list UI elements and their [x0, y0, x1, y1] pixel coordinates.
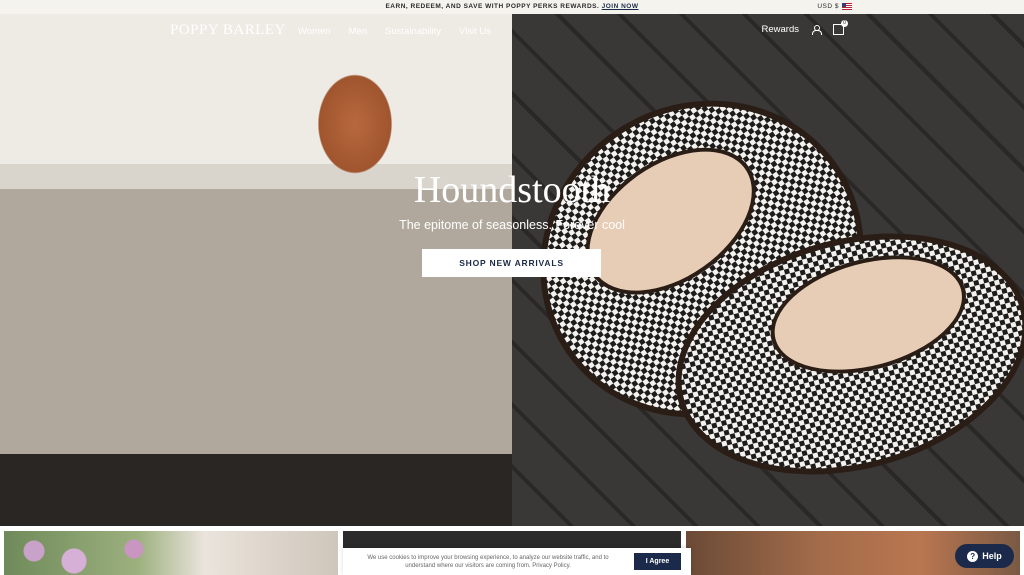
nav-link-men[interactable]: Men	[349, 26, 367, 37]
promo-tile-1[interactable]	[4, 531, 338, 575]
account-icon[interactable]	[811, 24, 822, 35]
cart-icon[interactable]: 0	[833, 20, 848, 35]
announcement-message: EARN, REDEEM, AND SAVE WITH POPPY PERKS …	[0, 3, 1024, 10]
nav-links: Women Men Sustainability Visit Us	[298, 26, 491, 37]
cookie-banner: We use cookies to improve your browsing …	[343, 548, 691, 575]
help-label: Help	[982, 551, 1002, 561]
shop-new-arrivals-button[interactable]: SHOP NEW ARRIVALS	[422, 249, 601, 277]
nav-link-sustainability[interactable]: Sustainability	[385, 26, 441, 37]
announcement-bar: EARN, REDEEM, AND SAVE WITH POPPY PERKS …	[0, 0, 1024, 14]
currency-label: USD $	[817, 3, 839, 10]
rewards-link[interactable]: Rewards	[762, 24, 800, 35]
us-flag-icon	[842, 3, 852, 10]
hero-subtitle: The epitome of seasonless. Forever cool	[399, 218, 625, 232]
brand-logo[interactable]: POPPY BARLEY	[170, 22, 286, 39]
join-now-link[interactable]: JOIN NOW	[602, 3, 639, 10]
hero-title: Houndstooth	[413, 169, 611, 211]
cart-count-badge: 0	[841, 20, 848, 27]
question-icon: ?	[967, 550, 979, 562]
nav-link-visit-us[interactable]: Visit Us	[459, 26, 491, 37]
announcement-text: EARN, REDEEM, AND SAVE WITH POPPY PERKS …	[385, 3, 600, 10]
currency-selector[interactable]: USD $	[817, 3, 852, 10]
cookie-message: We use cookies to improve your browsing …	[367, 555, 609, 569]
help-button[interactable]: ? Help	[955, 544, 1014, 568]
nav-utilities: Rewards 0	[762, 20, 848, 35]
nav-link-women[interactable]: Women	[298, 26, 331, 37]
cookie-agree-button[interactable]: I Agree	[634, 553, 681, 570]
main-navigation: POPPY BARLEY Women Men Sustainability Vi…	[0, 14, 1024, 50]
